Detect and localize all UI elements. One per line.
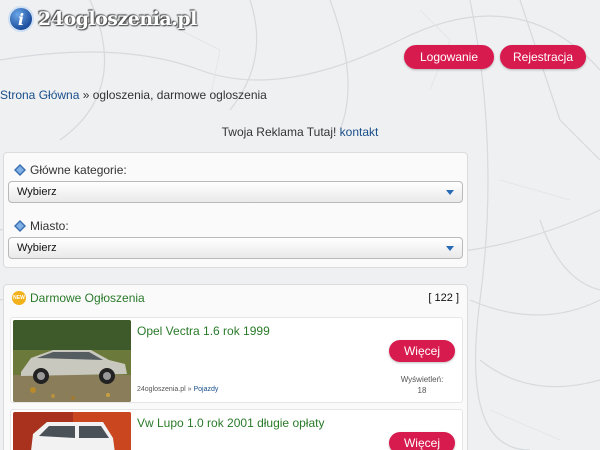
city-select-value: Wybierz (17, 242, 57, 254)
login-button[interactable]: Logowanie (404, 45, 494, 69)
category-select-value: Wybierz (17, 186, 57, 198)
site-logo[interactable]: i 24ogloszenia.pl (8, 6, 197, 32)
listing-item[interactable]: Vw Lupo 1.0 rok 2001 długie opłaty Więce… (10, 409, 463, 450)
more-button[interactable]: Więcej (389, 432, 455, 450)
category-label: Główne kategorie: (14, 163, 127, 177)
category-label-text: Główne kategorie: (30, 163, 127, 177)
views-value: 18 (417, 386, 427, 395)
listings-title: Darmowe Ogłoszenia (30, 291, 145, 305)
listing-title[interactable]: Vw Lupo 1.0 rok 2001 długie opłaty (137, 416, 324, 430)
breadcrumb-separator: » (79, 88, 93, 102)
register-button[interactable]: Rejestracja (500, 45, 586, 69)
listing-meta: 24ogloszenia.pl » Pojazdy (137, 386, 218, 393)
listings-panel: NEW Darmowe Ogłoszenia [ 122 ] Opel Vect… (3, 284, 468, 450)
chevron-down-icon (446, 190, 454, 195)
more-button[interactable]: Więcej (389, 340, 455, 362)
diamond-icon (14, 220, 26, 232)
chevron-down-icon (446, 246, 454, 251)
logo-text: 24ogloszenia.pl (38, 8, 197, 30)
listing-title[interactable]: Opel Vectra 1.6 rok 1999 (137, 324, 270, 338)
listing-site: 24ogloszenia.pl (137, 386, 186, 393)
contact-link[interactable]: kontakt (340, 125, 379, 139)
listings-count: [ 122 ] (428, 292, 459, 304)
city-select[interactable]: Wybierz (8, 237, 463, 259)
ad-banner: Twoja Reklama Tutaj! kontakt (0, 125, 600, 139)
category-select[interactable]: Wybierz (8, 181, 463, 203)
breadcrumb: Strona Główna » ogloszenia, darmowe oglo… (0, 88, 267, 102)
diamond-icon (14, 164, 26, 176)
breadcrumb-home-link[interactable]: Strona Główna (0, 88, 79, 102)
car-photo[interactable] (13, 320, 131, 402)
filter-panel: Główne kategorie: Wybierz Miasto: Wybier… (3, 152, 468, 268)
listing-item[interactable]: Opel Vectra 1.6 rok 1999 Więcej Wyświetl… (10, 317, 463, 403)
views-label: Wyświetleń: (400, 375, 444, 384)
ad-banner-text: Twoja Reklama Tutaj! (221, 125, 340, 139)
breadcrumb-current: ogloszenia, darmowe ogloszenia (92, 88, 267, 102)
views-counter: Wyświetleń: 18 (391, 374, 453, 396)
listing-category-link[interactable]: Pojazdy (193, 386, 218, 393)
listings-header: NEW Darmowe Ogłoszenia (12, 291, 145, 305)
city-label: Miasto: (14, 219, 69, 233)
info-icon: i (8, 6, 34, 32)
city-label-text: Miasto: (30, 219, 69, 233)
new-badge-icon: NEW (12, 291, 26, 305)
car-photo[interactable] (13, 412, 131, 450)
